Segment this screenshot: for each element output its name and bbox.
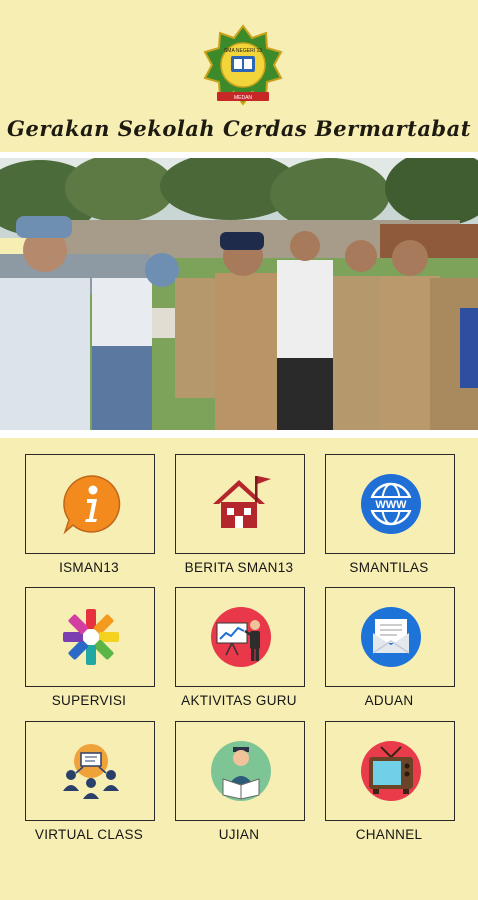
menu-tile-berita[interactable] [175,454,305,554]
tv-icon [361,741,421,801]
www-globe-icon: WWW [361,474,421,534]
house-flag-icon [213,476,271,528]
menu-tile-isman13[interactable] [25,454,155,554]
school-tagline: Gerakan Sekolah Cerdas Bermartabat [7,116,471,141]
menu-tile-supervisi[interactable] [25,587,155,687]
menu-label-ujian: UJIAN [218,827,260,842]
virtual-class-icon [63,744,119,799]
menu-label-channel: CHANNEL [355,827,423,842]
menu-tile-ujian[interactable] [175,721,305,821]
colorful-star-icon [63,609,119,665]
school-logo: SMA NEGERI 13 MEDAN [203,24,283,106]
info-icon [63,475,121,535]
menu-label-berita: BERITA SMAN13 [184,560,294,575]
svg-text:WWW: WWW [375,499,407,511]
menu-label-virtual-class: VIRTUAL CLASS [34,827,144,842]
app-header: SMA NEGERI 13 MEDAN Gerakan Sekolah Cerd… [0,0,478,152]
student-reading-icon [211,741,271,801]
menu-label-aktivitas-guru: AKTIVITAS GURU [181,693,297,708]
menu-tile-channel[interactable] [325,721,455,821]
menu-tile-smantilas[interactable]: WWW [325,454,455,554]
divider [0,430,478,438]
menu-label-smantilas: SMANTILAS [349,560,429,575]
banner-photo [0,158,478,430]
menu-tile-aduan[interactable] [325,587,455,687]
menu-label-aduan: ADUAN [364,693,414,708]
envelope-icon [361,607,421,667]
menu-grid: ISMAN13 BERITA SMAN13 WWW SMANTILAS SUPE… [0,438,478,900]
logo-text-top: SMA NEGERI 13 [224,48,262,54]
menu-tile-aktivitas-guru[interactable] [175,587,305,687]
logo-text-bottom: MEDAN [234,95,252,101]
menu-tile-virtual-class[interactable] [25,721,155,821]
menu-label-isman13: ISMAN13 [59,560,119,575]
menu-label-supervisi: SUPERVISI [51,693,127,708]
teacher-presentation-icon [211,607,271,667]
